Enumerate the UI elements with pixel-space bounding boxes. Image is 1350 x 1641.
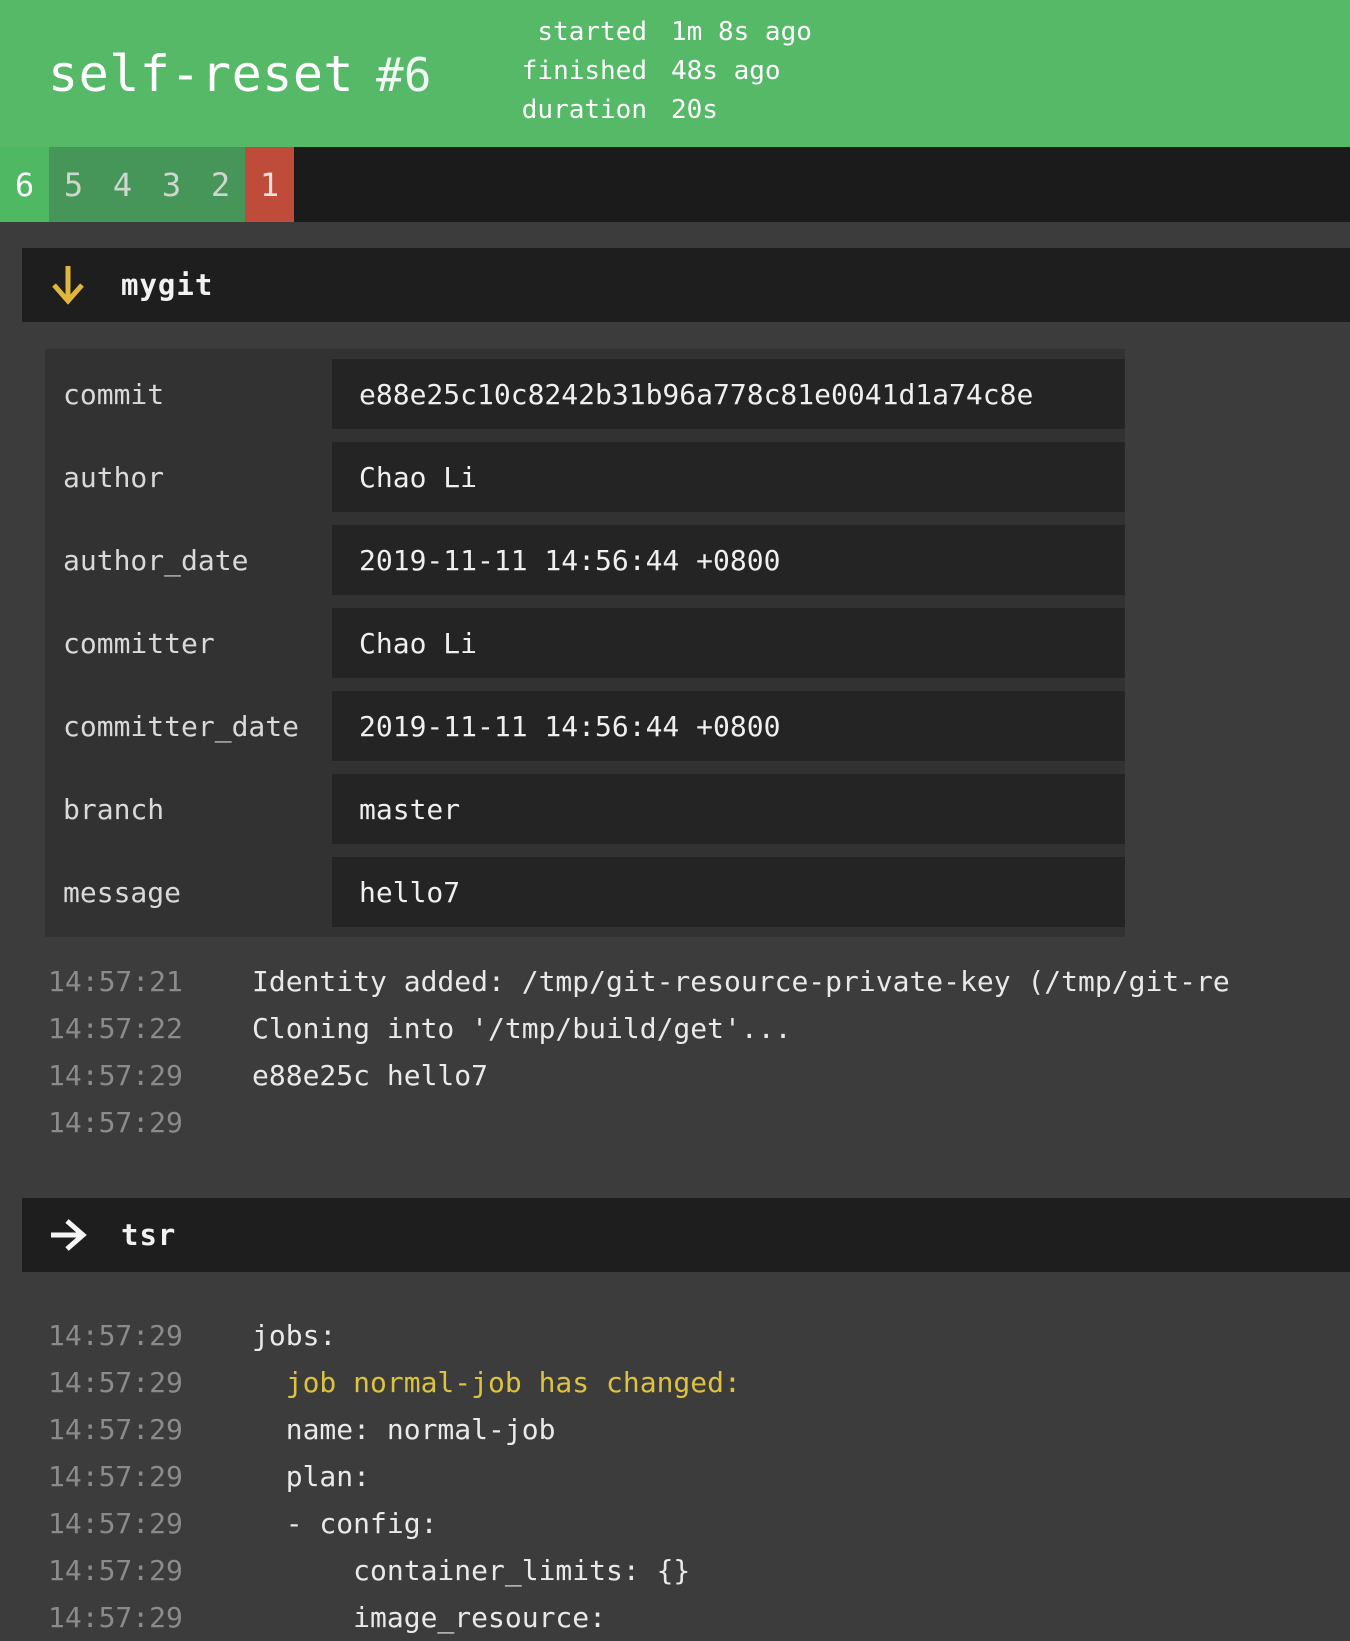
metadata-row: author Chao Li [45,442,1125,512]
metadata-key: committer_date [63,709,300,743]
log-timestamp[interactable]: 14:57:22 [48,1005,204,1052]
log-line: 14:57:29 container_limits: {} [0,1547,1350,1594]
metadata-row: commit e88e25c10c8242b31b96a778c81e0041d1… [45,359,1125,429]
build-stat-value: 48s ago [671,56,781,86]
metadata-key: author [63,460,165,494]
metadata-row: message hello7 [45,857,1125,927]
metadata-row: author_date 2019-11-11 14:56:44 +0800 [45,525,1125,595]
step-name-tsr: tsr [121,1218,177,1252]
log-message: jobs: [252,1319,337,1352]
metadata-row: branch master [45,774,1125,844]
log-timestamp[interactable]: 14:57:21 [48,958,204,1005]
log-message: Cloning into '/tmp/build/get'... [252,1012,792,1045]
log-line: 14:57:29 plan: [0,1453,1350,1500]
git-metadata-table: commit e88e25c10c8242b31b96a778c81e0041d1… [45,349,1125,937]
log-message: name: normal-job [252,1413,556,1446]
metadata-row: committer Chao Li [45,608,1125,678]
log-timestamp[interactable]: 14:57:29 [48,1453,204,1500]
build-title: self-reset #6 [0,45,431,103]
job-name[interactable]: self-reset [48,45,354,103]
log-timestamp[interactable]: 14:57:29 [48,1594,204,1641]
metadata-value: 2019-11-11 14:56:44 +0800 [332,691,1125,761]
step-header-mygit[interactable]: mygit [22,248,1350,322]
step-header-tsr[interactable]: tsr [22,1198,1350,1272]
metadata-key: commit [63,377,165,411]
log-line: 14:57:22 Cloning into '/tmp/build/get'... [0,1005,1350,1052]
build-tab-2[interactable]: 2 [196,147,245,222]
metadata-value: hello7 [332,857,1125,927]
build-number: #6 [376,47,432,102]
log-line: 14:57:29 name: normal-job [0,1406,1350,1453]
arrow-right-icon [49,1214,87,1256]
build-tab-3[interactable]: 3 [147,147,196,222]
log-message: e88e25c hello7 [252,1059,489,1092]
log-message: Identity added: /tmp/git-resource-privat… [252,965,1230,998]
build-history-bar: 654321 [0,147,1350,222]
log-message: job normal-job has changed: [252,1366,741,1399]
build-stat-label: started [537,17,647,47]
metadata-value: Chao Li [332,608,1125,678]
build-tab-4[interactable]: 4 [98,147,147,222]
log-output-tsr: 14:57:29 jobs: 14:57:29 job normal-job has… [0,1312,1350,1641]
build-header: self-reset #6 started 1m 8s ago finished 48… [0,0,1350,147]
log-line: 14:57:29 jobs: [0,1312,1350,1359]
log-message: plan: [252,1460,371,1493]
metadata-key: author_date [63,543,249,577]
arrow-down-icon [49,264,87,306]
build-times: started 1m 8s ago finished 48s ago duration 2… [497,13,812,130]
log-line: 14:57:29 image_resource: [0,1594,1350,1641]
metadata-row: committer_date 2019-11-11 14:56:44 +0800 [45,691,1125,761]
log-message: - config: [252,1507,438,1540]
log-timestamp[interactable]: 14:57:29 [48,1547,204,1594]
build-tab-5[interactable]: 5 [49,147,98,222]
build-stat-label: finished [521,56,647,86]
metadata-value: 2019-11-11 14:56:44 +0800 [332,525,1125,595]
log-timestamp[interactable]: 14:57:29 [48,1312,204,1359]
metadata-key: committer [63,626,215,660]
log-message: container_limits: {} [252,1554,691,1587]
log-line: 14:57:29 [0,1099,1350,1146]
log-timestamp[interactable]: 14:57:29 [48,1099,204,1146]
log-timestamp[interactable]: 14:57:29 [48,1406,204,1453]
log-timestamp[interactable]: 14:57:29 [48,1500,204,1547]
log-line: 14:57:29 job normal-job has changed: [0,1359,1350,1406]
log-timestamp[interactable]: 14:57:29 [48,1359,204,1406]
metadata-value: master [332,774,1125,844]
metadata-key: branch [63,792,165,826]
log-output-mygit: 14:57:21 Identity added: /tmp/git-resourc… [0,958,1350,1146]
build-stat-value: 1m 8s ago [671,17,812,47]
log-timestamp[interactable]: 14:57:29 [48,1052,204,1099]
build-stat-value: 20s [671,95,718,125]
metadata-value: e88e25c10c8242b31b96a778c81e0041d1a74c8e [332,359,1125,429]
step-name-mygit: mygit [121,268,214,302]
build-stat-label: duration [521,95,647,125]
metadata-value: Chao Li [332,442,1125,512]
log-line: 14:57:21 Identity added: /tmp/git-resourc… [0,958,1350,1005]
metadata-key: message [63,875,182,909]
log-message: image_resource: [252,1601,607,1634]
log-line: 14:57:29 e88e25c hello7 [0,1052,1350,1099]
log-line: 14:57:29 - config: [0,1500,1350,1547]
build-tab-6[interactable]: 6 [0,147,49,222]
build-tab-1[interactable]: 1 [245,147,294,222]
